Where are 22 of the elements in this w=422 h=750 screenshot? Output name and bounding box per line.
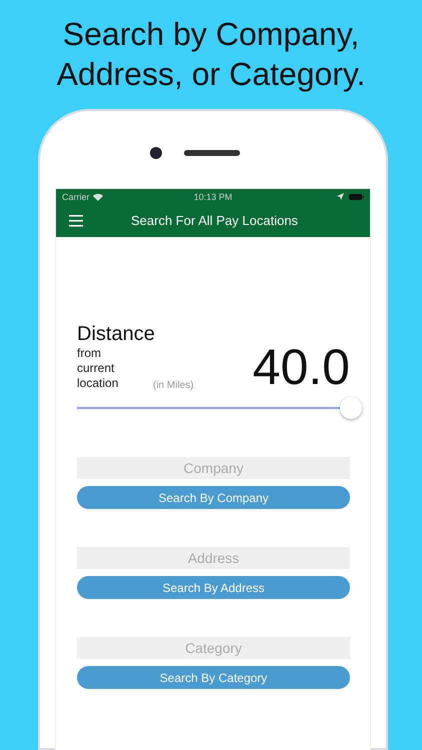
search-field[interactable]: Category bbox=[77, 637, 350, 659]
search-button[interactable]: Search By Company bbox=[77, 486, 350, 509]
search-field[interactable]: Company bbox=[77, 457, 350, 479]
status-time: 10:13 PM bbox=[194, 192, 232, 202]
search-button[interactable]: Search By Category bbox=[77, 666, 350, 689]
slider-thumb[interactable] bbox=[340, 397, 362, 419]
headline: Search by Company, Address, or Category. bbox=[56, 15, 366, 94]
unit-label: (in Miles) bbox=[153, 380, 194, 391]
menu-icon[interactable] bbox=[69, 214, 83, 226]
speaker-icon bbox=[184, 150, 240, 156]
location-arrow-icon bbox=[337, 193, 344, 200]
battery-icon bbox=[349, 194, 364, 200]
carrier-label: Carrier bbox=[62, 192, 90, 202]
search-field[interactable]: Address bbox=[77, 547, 350, 569]
distance-title: Distance bbox=[77, 323, 156, 346]
search-button[interactable]: Search By Address bbox=[77, 576, 350, 599]
camera-icon bbox=[150, 147, 162, 159]
distance-slider[interactable] bbox=[77, 397, 362, 419]
screen-title: Search For All Pay Locations bbox=[131, 213, 298, 228]
wifi-icon bbox=[92, 192, 103, 200]
distance-subtitle: from current location bbox=[77, 346, 120, 391]
distance-value: 40.0 bbox=[252, 341, 350, 393]
